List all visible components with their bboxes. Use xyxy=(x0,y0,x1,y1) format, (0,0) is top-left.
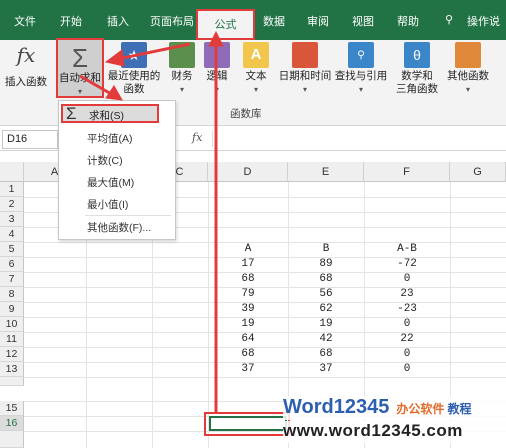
arrow-head xyxy=(208,30,224,47)
annotation-arrows xyxy=(79,30,224,412)
arrow-head xyxy=(104,49,125,67)
arrow-autosum-to-menu xyxy=(79,74,114,97)
arrow-tab-to-autosum xyxy=(117,42,191,61)
